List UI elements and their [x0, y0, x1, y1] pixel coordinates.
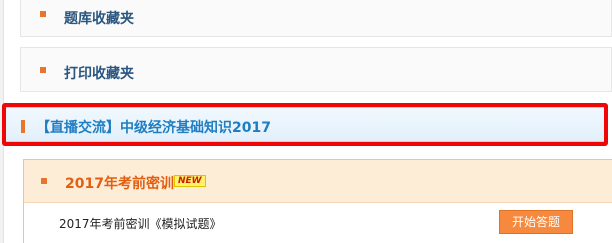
exam-section-header: 2017年考前密训 NEW [24, 160, 612, 203]
exam-section: 2017年考前密训 NEW 2017年考前密训《模拟试题》 开始答题 [23, 159, 612, 243]
square-bullet-icon [40, 67, 46, 73]
square-bullet-icon [40, 11, 46, 17]
new-badge: NEW [174, 175, 206, 187]
start-quiz-button[interactable]: 开始答题 [499, 210, 573, 234]
quiz-title: 2017年考前密训《模拟试题》 [59, 217, 222, 231]
print-favorites-label[interactable]: 打印收藏夹 [64, 63, 134, 83]
highlight-frame [2, 103, 608, 146]
square-bullet-icon [41, 178, 47, 184]
print-favorites[interactable]: 打印收藏夹 [20, 47, 612, 92]
exam-section-title: 2017年考前密训 [65, 176, 174, 192]
question-bank-favorites-label[interactable]: 题库收藏夹 [64, 8, 134, 28]
question-bank-favorites[interactable]: 题库收藏夹 [20, 0, 612, 37]
